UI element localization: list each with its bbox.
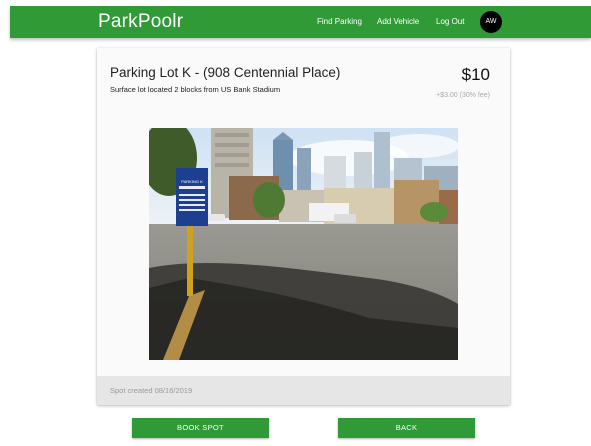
card-footer: Spot created 08/16/2019 [97, 376, 510, 405]
back-button[interactable]: BACK [338, 418, 475, 438]
nav-log-out[interactable]: Log Out [436, 17, 464, 26]
parking-lot-photo: PARKING K [149, 128, 458, 360]
spot-created-date: Spot created 08/16/2019 [110, 386, 193, 395]
nav-add-vehicle[interactable]: Add Vehicle [377, 17, 419, 26]
listing-price: $10 [461, 65, 490, 84]
app-brand[interactable]: ParkPoolr [98, 11, 183, 33]
listing-description: Surface lot located 2 blocks from US Ban… [110, 85, 281, 94]
top-navbar: ParkPoolr Find Parking Add Vehicle Log O… [10, 6, 591, 38]
listing-photo: PARKING K [149, 128, 458, 360]
sign-text: PARKING K [181, 179, 203, 184]
listing-fee-note: +$3.00 (30% fee) [436, 92, 490, 99]
nav-find-parking[interactable]: Find Parking [317, 17, 362, 26]
book-spot-button[interactable]: BOOK SPOT [132, 418, 269, 438]
listing-card: Parking Lot K - (908 Centennial Place) S… [97, 48, 510, 405]
listing-title: Parking Lot K - (908 Centennial Place) [110, 65, 341, 80]
user-avatar[interactable]: AW [480, 11, 502, 33]
